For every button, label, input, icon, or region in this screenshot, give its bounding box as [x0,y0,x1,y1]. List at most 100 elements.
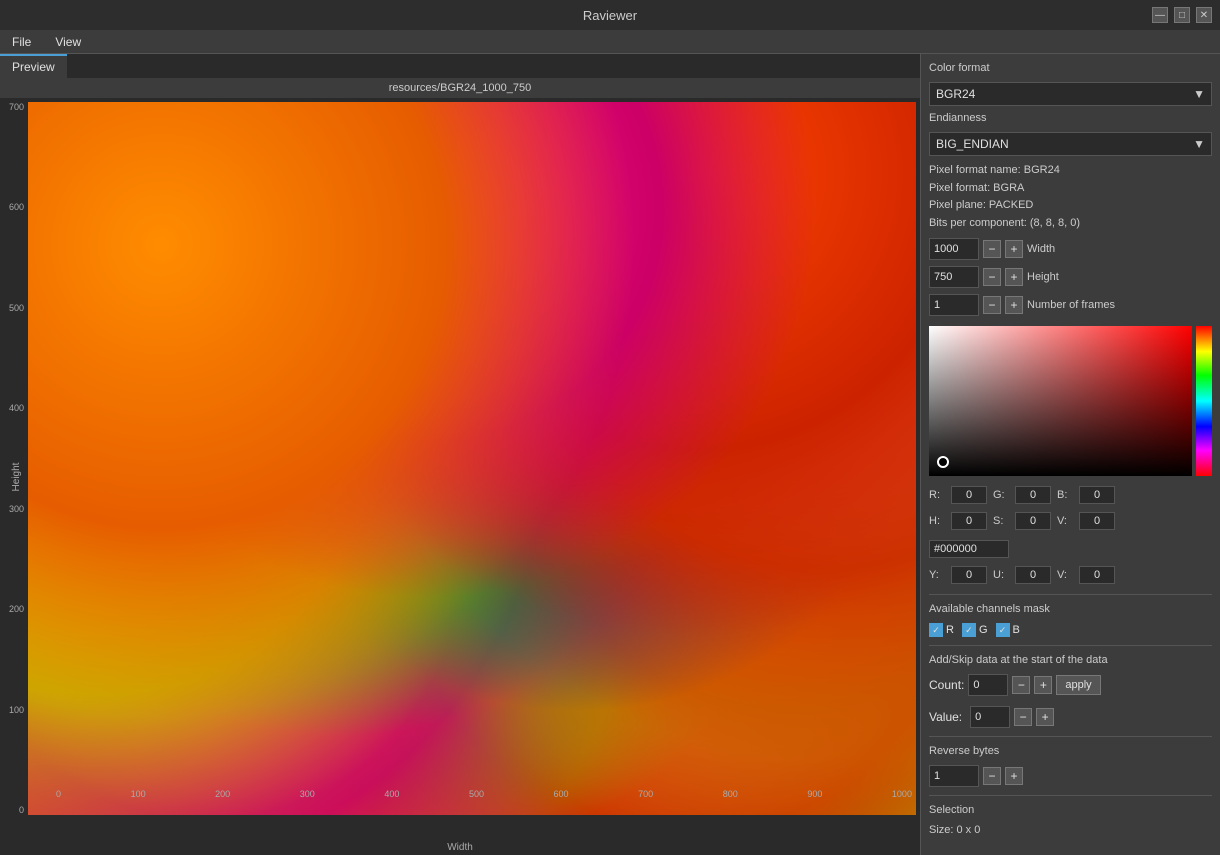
main-layout: Preview resources/BGR24_1000_750 Height … [0,54,1220,855]
minimize-icon: — [1155,10,1165,21]
u-input[interactable] [1015,566,1051,584]
color-picker-cursor [937,456,949,468]
y-tick-700: 700 [0,102,28,112]
h-input[interactable] [951,512,987,530]
view-menu[interactable]: View [51,33,85,51]
endian-dropdown[interactable]: BIG_ENDIAN ▼ [929,132,1212,156]
y-tick-300: 300 [0,504,28,514]
y-ticks: 700 600 500 400 300 200 100 0 [0,102,28,815]
width-input[interactable] [929,238,979,260]
color-gradient[interactable] [929,326,1192,476]
frames-input[interactable] [929,294,979,316]
y-tick-400: 400 [0,403,28,413]
app-title: Raviewer [583,8,637,23]
v2-input[interactable] [1079,566,1115,584]
endian-value: BIG_ENDIAN [936,137,1009,151]
x-tick-200: 200 [215,789,230,799]
preview-tab-bar: Preview [0,54,920,78]
reverse-bytes-row: − + [929,765,1212,787]
value-minus[interactable]: − [1014,708,1032,726]
b-input[interactable] [1079,486,1115,504]
right-panel: Color format BGR24 ▼ Endianness BIG_ENDI… [920,54,1220,855]
pixel-info-line3: Pixel plane: PACKED [929,197,1212,215]
reverse-bytes-minus[interactable]: − [983,767,1001,785]
x-tick-600: 600 [554,789,569,799]
apply-button[interactable]: apply [1056,675,1100,695]
count-input[interactable] [968,674,1008,696]
channel-b[interactable]: ✓ B [996,623,1020,637]
frames-row: − + Number of frames [929,294,1212,316]
minimize-button[interactable]: — [1152,7,1168,23]
width-plus[interactable]: + [1005,240,1023,258]
pixel-info: Pixel format name: BGR24 Pixel format: B… [929,162,1212,232]
value-label: Value: [929,710,962,724]
hsv-row: H: S: V: [929,512,1212,530]
y-tick-500: 500 [0,303,28,313]
hue-bar[interactable] [1196,326,1212,476]
title-bar-controls: — □ ✕ [1152,7,1212,23]
image-canvas[interactable] [28,102,916,815]
u-label: U: [993,569,1009,581]
width-minus[interactable]: − [983,240,1001,258]
reverse-bytes-input[interactable] [929,765,979,787]
rgb-row: R: G: B: [929,486,1212,504]
height-input[interactable] [929,266,979,288]
x-tick-400: 400 [384,789,399,799]
frames-label: Number of frames [1027,299,1212,311]
frames-plus[interactable]: + [1005,296,1023,314]
s-label: S: [993,515,1009,527]
y-tick-200: 200 [0,604,28,614]
y-tick-100: 100 [0,705,28,715]
canvas-wrapper: 0 100 200 300 400 500 600 700 800 900 10… [28,102,916,815]
x-tick-800: 800 [723,789,738,799]
reverse-bytes-plus[interactable]: + [1005,767,1023,785]
file-menu[interactable]: File [8,33,35,51]
endian-label: Endianness [929,112,1212,124]
channel-r[interactable]: ✓ R [929,623,954,637]
y-input[interactable] [951,566,987,584]
color-picker-area[interactable] [929,326,1212,476]
close-button[interactable]: ✕ [1196,7,1212,23]
h-label: H: [929,515,945,527]
x-tick-100: 100 [131,789,146,799]
file-path: resources/BGR24_1000_750 [0,78,920,98]
value-input[interactable] [970,706,1010,728]
check-b-icon: ✓ [996,623,1010,637]
x-tick-500: 500 [469,789,484,799]
selection-label: Selection [929,804,1212,816]
reverse-bytes-label: Reverse bytes [929,745,1212,757]
value-plus[interactable]: + [1036,708,1054,726]
channel-g[interactable]: ✓ G [962,623,988,637]
x-ticks: 0 100 200 300 400 500 600 700 800 900 10… [56,789,912,799]
hex-row [929,540,1212,558]
y-color-label: Y: [929,569,945,581]
close-icon: ✕ [1200,10,1208,21]
divider-2 [929,645,1212,646]
pixel-info-line1: Pixel format name: BGR24 [929,162,1212,180]
color-format-arrow: ▼ [1193,87,1205,101]
frames-minus[interactable]: − [983,296,1001,314]
s-input[interactable] [1015,512,1051,530]
height-minus[interactable]: − [983,268,1001,286]
endian-arrow: ▼ [1193,137,1205,151]
v-input[interactable] [1079,512,1115,530]
selection-size: Size: 0 x 0 [929,824,1212,836]
tab-preview[interactable]: Preview [0,54,67,78]
hex-input[interactable] [929,540,1009,558]
color-format-dropdown[interactable]: BGR24 ▼ [929,82,1212,106]
count-minus[interactable]: − [1012,676,1030,694]
v-label: V: [1057,515,1073,527]
g-input[interactable] [1015,486,1051,504]
count-plus[interactable]: + [1034,676,1052,694]
preview-content: resources/BGR24_1000_750 Height 700 600 … [0,78,920,855]
r-input[interactable] [951,486,987,504]
g-label: G: [993,489,1009,501]
yuv-row: Y: U: V: [929,566,1212,584]
height-plus[interactable]: + [1005,268,1023,286]
maximize-button[interactable]: □ [1174,7,1190,23]
count-row: Count: − + apply [929,674,1212,696]
channel-g-label: G [979,624,988,636]
width-row: − + Width [929,238,1212,260]
pixel-info-line4: Bits per component: (8, 8, 8, 0) [929,215,1212,233]
y-tick-0: 0 [0,805,28,815]
